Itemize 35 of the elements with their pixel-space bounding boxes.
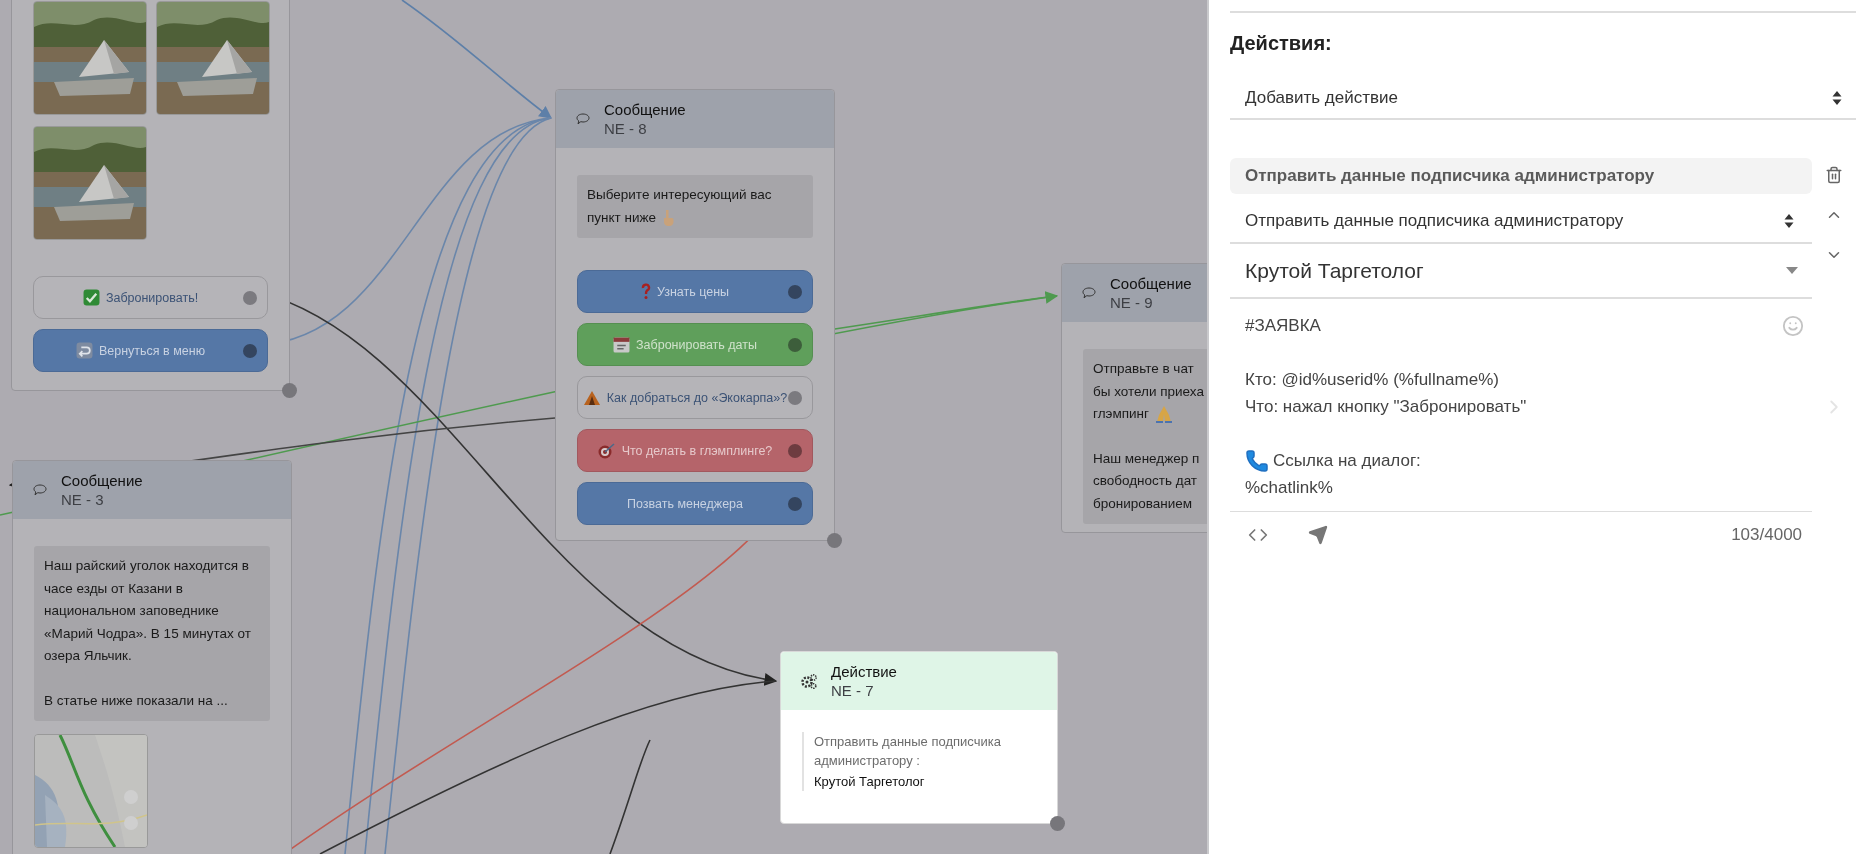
message-node[interactable]: Сообщение NE - 9 Отправьте в чат бы хотели приеха глэмпинг Наш менеджер п свободность дат бронированием <box>1061 263 1207 533</box>
action-target: Крутой Таргетолог <box>814 773 926 791</box>
message-line: Ссылка на диалог: <box>1273 450 1421 472</box>
reply-button[interactable]: Забронировать! <box>33 276 268 319</box>
section-heading: Действия: <box>1230 32 1333 56</box>
message-node[interactable]: Сообщение NE - 8 Выберите интересующий вас пункт ниже Узнать цены Забронировать даты Как добраться до «Экокарпа»? Что делать в глэмплинге? Позвать менеджера <box>555 89 835 541</box>
message-line: #ЗАЯВКА <box>1245 315 1321 337</box>
action-type-select[interactable]: Отправить данные подписчика администратору <box>1230 199 1813 244</box>
node-code: NE - 9 <box>1110 294 1154 311</box>
action-node[interactable]: Действие NE - 7 Отправить данные подписчика администратору : Крутой Таргетолог <box>780 651 1058 824</box>
message-text: Наш менеджер п свободность дат бронированием <box>1093 449 1200 513</box>
node-title: Сообщение <box>604 101 686 118</box>
message-text: глэмпинг <box>1093 405 1149 423</box>
message-node[interactable]: Сообщение NE - 3 Наш райский уголок находится в часе езды от Казани в национальном заповеднике «Марий Чодра». В 15 минутах от озера Яльчик. В статье ниже показали на ... <box>12 460 292 854</box>
action-label: Отправить данные подписчика администратору <box>1230 158 1813 194</box>
node-title: Действие <box>831 663 897 680</box>
node-code: NE - 3 <box>61 491 105 508</box>
message-line: Кто: @id%userid% (%fullname%) <box>1245 369 1499 391</box>
character-counter: 103/4000 <box>1731 525 1803 545</box>
reply-button[interactable]: Как добраться до «Экокарпа»? <box>577 376 813 419</box>
message-text: пункт ниже <box>587 208 657 227</box>
message-line: %chatlink% <box>1245 477 1333 499</box>
node-title: Сообщение <box>61 472 143 489</box>
message-editor[interactable]: #ЗАЯВКА Кто: @id%userid% (%fullname%) Что: нажал кнопку "Забронировать" Ссылка на диалог: %chatlink% <box>1230 299 1813 512</box>
message-text: Наш райский уголок находится в часе езды от Казани в национальном заповеднике «Марий Чодра». В 15 минутах от озера Яльчик. <box>44 557 252 665</box>
node-title: Сообщение <box>1110 275 1192 292</box>
message-line: Что: нажал кнопку "Забронировать" <box>1245 396 1527 418</box>
action-text: Отправить данные подписчика администратору : <box>814 733 1002 770</box>
node-code: NE - 8 <box>604 120 648 137</box>
message-text: Выберите интересующий вас <box>587 186 772 204</box>
recipient-select[interactable]: Крутой Таргетолог <box>1230 244 1813 299</box>
node-code: NE - 7 <box>831 682 875 699</box>
message-text: В статье ниже показали на ... <box>44 691 228 710</box>
message-node[interactable]: Забронировать! Вернуться в меню <box>11 0 290 391</box>
add-action-select[interactable]: Добавить действие <box>1230 78 1856 120</box>
